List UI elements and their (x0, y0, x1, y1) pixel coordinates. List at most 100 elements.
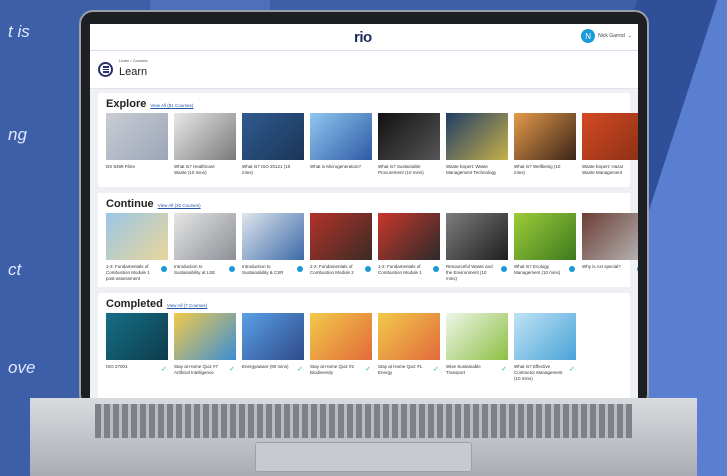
course-thumbnail[interactable] (514, 213, 576, 260)
view-all-link[interactable]: View All (32 Courses) (158, 203, 201, 208)
breadcrumb[interactable]: Learn / Courses (119, 58, 147, 63)
course-title[interactable]: Stay at Home Quiz #2 Biodiversity (310, 364, 362, 376)
course-title[interactable]: ISO 27001 (106, 364, 158, 370)
course-card[interactable]: Stay at Home Quiz #2 Biodiversity ✓ (310, 313, 372, 382)
course-thumbnail[interactable] (310, 313, 372, 360)
course-card[interactable]: ISO 27001 ✓ (106, 313, 168, 382)
course-thumbnail[interactable] (446, 213, 508, 260)
course-card[interactable]: Introduction to Sustainability at LSE (174, 213, 236, 282)
in-progress-icon (637, 266, 638, 272)
course-title[interactable]: What is Microgeneration? (310, 164, 362, 170)
completed-check-icon: ✓ (365, 366, 371, 373)
course-card[interactable]: DS 5499 Fibre (106, 113, 168, 176)
user-menu[interactable]: N Nick Garrod ⌄ (581, 29, 632, 43)
course-title[interactable]: What Is? Wellbeing (10 mins) (514, 164, 566, 176)
course-thumbnail[interactable] (106, 313, 168, 360)
in-progress-icon (365, 266, 371, 272)
in-progress-icon (433, 266, 439, 272)
app-screen: rio N Nick Garrod ⌄ Learn / Courses Lear… (90, 24, 638, 398)
section-title: Completed (106, 298, 163, 310)
course-card[interactable]: Introduction to Sustainability & CSR (242, 213, 304, 282)
course-thumbnail[interactable] (310, 113, 372, 160)
course-list: DS 5499 Fibre What Is? Healthcare Waste (… (106, 113, 638, 176)
in-progress-icon (161, 266, 167, 272)
course-thumbnail[interactable] (378, 113, 440, 160)
section-title: Continue (106, 198, 154, 210)
view-all-link[interactable]: View All (7 Courses) (167, 303, 207, 308)
course-thumbnail[interactable] (378, 213, 440, 260)
course-card[interactable]: What Is? Sustainable Procurement (10 min… (378, 113, 440, 176)
course-card[interactable]: 1-2: Fundamentals of Combustion Module 1 (378, 213, 440, 282)
course-thumbnail[interactable] (242, 213, 304, 260)
course-thumbnail[interactable] (446, 313, 508, 360)
course-title[interactable]: Stay at Home Quiz #7 Artificial Intellig… (174, 364, 226, 376)
course-title[interactable]: What Is? Sustainable Procurement (10 min… (378, 164, 430, 176)
course-title[interactable]: Why is AxI special? (582, 264, 634, 270)
course-thumbnail[interactable] (106, 113, 168, 160)
course-card[interactable]: 2-2: Fundamentals of Combustion Module 2 (310, 213, 372, 282)
course-card[interactable]: 1-3: Fundamentals of Combustion Module 1… (106, 213, 168, 282)
view-all-link[interactable]: View All (81 Courses) (150, 103, 193, 108)
course-thumbnail[interactable] (174, 213, 236, 260)
course-title[interactable]: 2-2: Fundamentals of Combustion Module 2 (310, 264, 362, 276)
course-title[interactable]: Introduction to Sustainability & CSR (242, 264, 294, 276)
course-title[interactable]: Wise Sustainable Transport (446, 364, 498, 376)
course-card[interactable]: Energyaware (90 mins) ✓ (242, 313, 304, 382)
section-continue: Continue View All (32 Courses) 1-3: Fundam… (98, 193, 638, 287)
course-thumbnail[interactable] (310, 213, 372, 260)
course-card[interactable]: Waste Expert: Hazar Waste Management (582, 113, 638, 176)
course-title[interactable]: Energyaware (90 mins) (242, 364, 294, 370)
course-title[interactable]: Waste Expert: Hazar Waste Management (582, 164, 634, 176)
course-thumbnail[interactable] (582, 213, 638, 260)
course-title[interactable]: Waste Expert: Waste Management Technolog… (446, 164, 498, 176)
background-text: ct (8, 260, 22, 279)
section-completed: Completed View All (7 Courses) ISO 27001 ✓ S… (98, 293, 630, 398)
avatar[interactable]: N (581, 29, 596, 43)
course-card[interactable]: What Is? Wellbeing (10 mins) (514, 113, 576, 176)
course-card[interactable]: What Is? Ecology Management (10 mins) (514, 213, 576, 282)
page-title: Learn (119, 66, 148, 78)
course-card[interactable]: What is Microgeneration? (310, 113, 372, 176)
background-text: ng (8, 125, 27, 144)
course-thumbnail[interactable] (242, 313, 304, 360)
course-title[interactable]: DS 5499 Fibre (106, 164, 158, 170)
course-thumbnail[interactable] (446, 113, 508, 160)
learn-icon (98, 62, 113, 77)
completed-check-icon: ✓ (161, 366, 167, 373)
course-thumbnail[interactable] (378, 313, 440, 360)
course-title[interactable]: What Is? Healthcare Waste (10 mins) (174, 164, 226, 176)
chevron-down-icon[interactable]: ⌄ (628, 33, 632, 39)
course-thumbnail[interactable] (242, 113, 304, 160)
course-card[interactable]: Why is AxI special? (582, 213, 638, 282)
course-title[interactable]: 1-3: Fundamentals of Combustion Module 1… (106, 264, 158, 282)
completed-check-icon: ✓ (297, 366, 303, 373)
course-thumbnail[interactable] (106, 213, 168, 260)
course-card[interactable]: Waste Expert: Waste Management Technolog… (446, 113, 508, 176)
course-card[interactable]: Wise Sustainable Transport ✓ (446, 313, 508, 382)
section-header: Completed View All (7 Courses) (106, 298, 207, 310)
course-thumbnail[interactable] (174, 313, 236, 360)
course-thumbnail[interactable] (582, 113, 638, 160)
completed-check-icon: ✓ (229, 366, 235, 373)
course-title[interactable]: What Is? ISO 20121 (10 mins) (242, 164, 294, 176)
course-title[interactable]: Resourceful Waste and the Environment (1… (446, 264, 498, 282)
app-logo[interactable]: rio (354, 29, 372, 46)
course-title[interactable]: What Is? Ecology Management (10 mins) (514, 264, 566, 276)
course-thumbnail[interactable] (514, 113, 576, 160)
course-card[interactable]: What Is? Healthcare Waste (10 mins) (174, 113, 236, 176)
laptop-trackpad (255, 442, 472, 472)
course-card[interactable]: Stay at Home Quiz #7 Artificial Intellig… (174, 313, 236, 382)
course-thumbnail[interactable] (174, 113, 236, 160)
background-text: t is (8, 22, 30, 41)
course-card[interactable]: Resourceful Waste and the Environment (1… (446, 213, 508, 282)
section-header: Explore View All (81 Courses) (106, 98, 193, 110)
course-card[interactable]: What Is? Effective Contractor Management… (514, 313, 576, 382)
course-card[interactable]: Stay at Home Quiz #1 Energy ✓ (378, 313, 440, 382)
course-thumbnail[interactable] (514, 313, 576, 360)
course-title[interactable]: Stay at Home Quiz #1 Energy (378, 364, 430, 376)
in-progress-icon (501, 266, 507, 272)
course-card[interactable]: What Is? ISO 20121 (10 mins) (242, 113, 304, 176)
course-title[interactable]: What Is? Effective Contractor Management… (514, 364, 566, 382)
course-title[interactable]: 1-2: Fundamentals of Combustion Module 1 (378, 264, 430, 276)
course-title[interactable]: Introduction to Sustainability at LSE (174, 264, 226, 276)
